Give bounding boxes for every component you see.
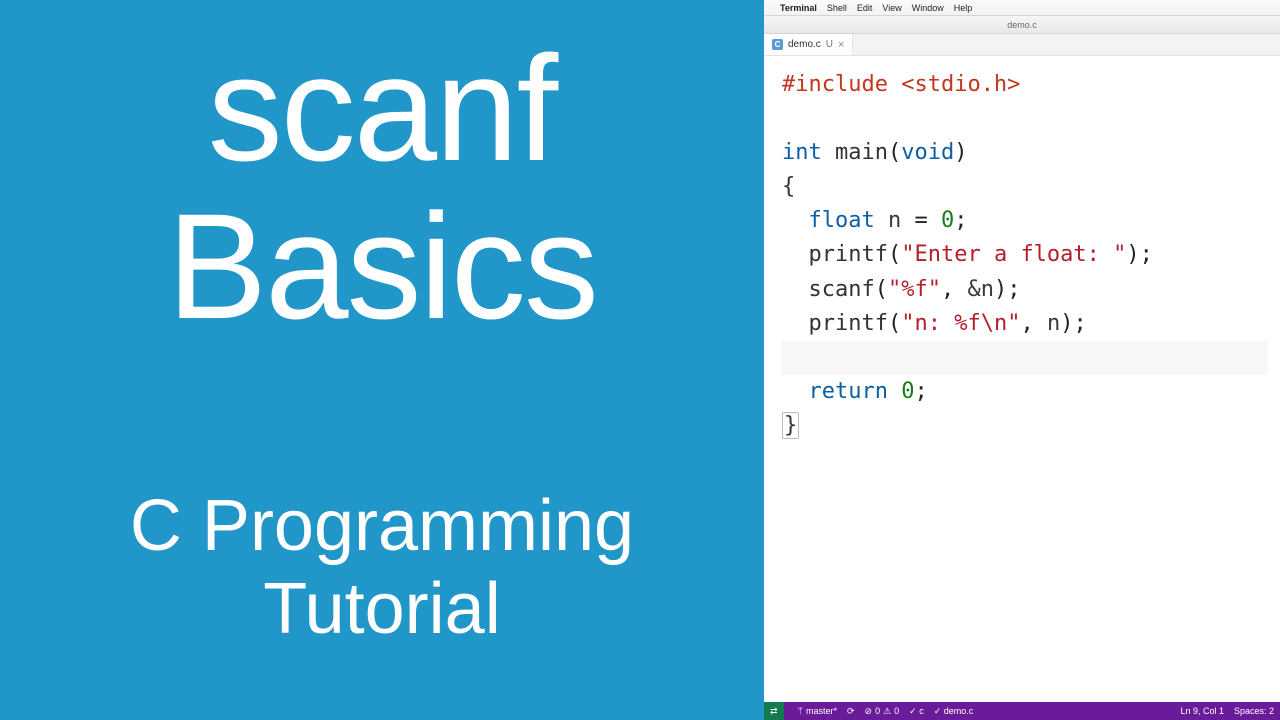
code-amp-n: &n — [967, 277, 994, 302]
tab-modified-indicator: U — [826, 39, 833, 50]
code-return-type: int — [782, 140, 822, 165]
c-file-icon: C — [772, 39, 783, 50]
tab-close-icon[interactable]: × — [838, 39, 844, 51]
title-slide: scanf Basics C Programming Tutorial — [0, 0, 764, 720]
menu-shell[interactable]: Shell — [827, 3, 847, 13]
menu-edit[interactable]: Edit — [857, 3, 873, 13]
tab-filename: demo.c — [788, 39, 821, 50]
code-scanf-fmt: "%f" — [888, 277, 941, 302]
indentation[interactable]: Spaces: 2 — [1234, 706, 1274, 716]
window-title: demo.c — [1007, 20, 1037, 30]
code-open-brace: { — [782, 174, 795, 199]
remote-icon: ⇄ — [770, 706, 778, 717]
file-status[interactable]: ✓ demo.c — [934, 706, 974, 717]
error-icon: ⊘ — [865, 706, 873, 717]
code-printf1-str: "Enter a float: " — [901, 242, 1126, 267]
window-titlebar[interactable]: demo.c — [764, 16, 1280, 34]
code-return: return — [809, 379, 888, 404]
remote-indicator[interactable]: ⇄ — [764, 702, 784, 720]
code-printf1: printf — [809, 242, 888, 267]
menubar-app-name[interactable]: Terminal — [780, 3, 817, 13]
code-main: main — [835, 140, 888, 165]
code-scanf: scanf — [809, 277, 875, 302]
code-printf2-fmt: "n: %f\n" — [901, 311, 1020, 336]
git-branch[interactable]: ᛘ master* — [798, 706, 837, 716]
problems[interactable]: ⊘0 ⚠0 — [865, 706, 900, 717]
slide-subtitle-line1: C Programming — [40, 485, 724, 568]
tab-demo-c[interactable]: C demo.c U × — [764, 34, 853, 55]
code-var-n: n — [888, 208, 901, 233]
branch-icon: ᛘ — [798, 706, 803, 716]
menu-help[interactable]: Help — [954, 3, 973, 13]
sync-icon: ⟳ — [847, 706, 855, 717]
editor-window: Terminal Shell Edit View Window Help dem… — [764, 0, 1280, 720]
warning-icon: ⚠ — [883, 706, 891, 717]
lang-status[interactable]: ✓ c — [909, 706, 924, 717]
slide-title-line2: Basics — [40, 188, 724, 346]
slide-title-line1: scanf — [40, 30, 724, 188]
code-include-target: <stdio.h> — [901, 72, 1020, 97]
code-zero: 0 — [941, 208, 954, 233]
status-bar: ⇄ ᛘ master* ⟳ ⊘0 ⚠0 ✓ c ✓ demo.c Ln 9, C… — [764, 702, 1280, 720]
code-directive: #include — [782, 72, 888, 97]
code-void: void — [901, 140, 954, 165]
menu-window[interactable]: Window — [912, 3, 944, 13]
mac-menubar[interactable]: Terminal Shell Edit View Window Help — [764, 0, 1280, 16]
cursor-line — [782, 341, 1268, 375]
code-editor[interactable]: #include <stdio.h> int main(void) { floa… — [764, 56, 1280, 702]
slide-subtitle-line2: Tutorial — [40, 568, 724, 651]
code-printf2-arg: n — [1047, 311, 1060, 336]
sync-button[interactable]: ⟳ — [847, 706, 855, 717]
menu-view[interactable]: View — [882, 3, 901, 13]
code-printf2: printf — [809, 311, 888, 336]
code-return-val: 0 — [901, 379, 914, 404]
editor-tabbar: C demo.c U × — [764, 34, 1280, 56]
cursor-position[interactable]: Ln 9, Col 1 — [1180, 706, 1224, 716]
code-float-kw: float — [809, 208, 875, 233]
code-close-brace: } — [782, 412, 799, 439]
